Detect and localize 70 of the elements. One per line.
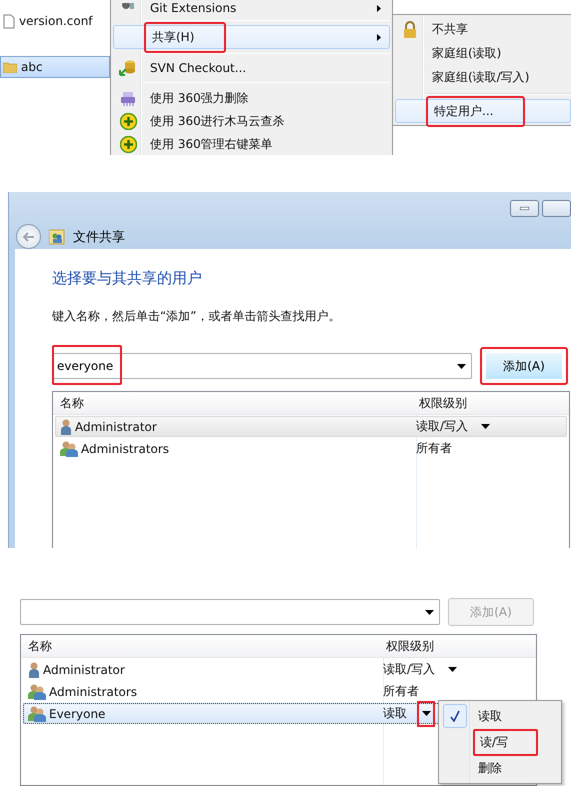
submenu-arrow-icon	[377, 4, 381, 12]
permission-dropdown[interactable]	[417, 700, 435, 726]
caret-icon	[422, 711, 430, 716]
users-icon	[28, 684, 46, 700]
menu-item[interactable]: 家庭组(读取/写入)	[426, 66, 570, 88]
folder-icon	[3, 61, 17, 73]
lock-icon	[403, 20, 417, 38]
file-icon	[3, 14, 15, 28]
back-arrow-icon	[22, 232, 34, 242]
users-icon	[60, 440, 78, 456]
user-icon	[28, 662, 40, 678]
menu-label: 使用 360进行木马云查杀	[149, 113, 286, 130]
submenu-arrow-icon	[377, 34, 381, 40]
caret-icon	[448, 667, 457, 672]
permission-level: 所有者	[383, 683, 419, 700]
back-button[interactable]	[16, 224, 41, 249]
user-combo-field[interactable]: everyone	[52, 353, 472, 379]
permission-level: 读取/写入	[416, 418, 468, 435]
window-title: 文件共享	[73, 228, 125, 246]
menu-item[interactable]: 不共享	[426, 18, 570, 40]
dropdown-caret-icon	[457, 364, 466, 369]
user-row[interactable]: Administrator 读取/写入	[23, 659, 534, 680]
user-row[interactable]: Administrators 所有者	[55, 438, 567, 459]
menu-item[interactable]: 读/写	[473, 728, 538, 756]
dropdown-caret-icon	[425, 610, 434, 615]
menu-label: 使用 360强力删除	[149, 90, 250, 107]
permission-level: 所有者	[416, 440, 452, 457]
users-folder-icon	[49, 228, 65, 244]
column-header[interactable]: 权限级别	[412, 394, 569, 412]
user-name: Administrators	[81, 442, 170, 456]
database-arrow-icon	[119, 59, 137, 77]
user-name: Administrator	[43, 662, 125, 676]
menu-label: SVN Checkout...	[149, 60, 248, 77]
menu-label: 使用 360管理右键菜单	[149, 136, 274, 153]
menu-item[interactable]: Git Extensions	[113, 0, 390, 16]
column-header[interactable]: 名称	[21, 638, 379, 654]
menu-item[interactable]: 特定用户...	[426, 96, 526, 126]
plus-icon	[120, 136, 136, 153]
menu-item[interactable]: 家庭组(读取)	[426, 42, 570, 64]
maximize-button[interactable]	[542, 200, 571, 217]
permission-level: 读取/写入	[383, 661, 436, 678]
minimize-button[interactable]	[510, 200, 539, 217]
minimize-icon	[520, 207, 529, 210]
user-name: Everyone	[49, 706, 106, 720]
file-item[interactable]: abc	[0, 56, 110, 78]
user-name: Administrator	[75, 420, 157, 434]
highlight-frame	[52, 345, 122, 385]
menu-label: Git Extensions	[149, 0, 238, 17]
column-header[interactable]: 权限级别	[379, 638, 536, 654]
menu-item[interactable]: 使用 360管理右键菜单	[113, 133, 390, 155]
permission-level: 读取	[383, 705, 407, 722]
column-header[interactable]: 名称	[53, 394, 412, 412]
user-name: Administrators	[49, 684, 138, 698]
users-icon	[28, 706, 46, 722]
instruction-text: 键入名称，然后单击“添加”，或者单击箭头查找用户。	[52, 308, 342, 325]
menu-item[interactable]: 使用 360强力删除	[113, 87, 390, 110]
dialog-heading: 选择要与其共享的用户	[52, 269, 203, 288]
caret-icon	[480, 424, 490, 429]
menu-item[interactable]: 删除	[473, 756, 507, 780]
user-combo-field[interactable]	[20, 599, 440, 625]
plus-icon	[120, 113, 136, 130]
user-row[interactable]: Administrator 读取/写入	[55, 416, 567, 437]
menu-item[interactable]: SVN Checkout...	[113, 58, 390, 78]
file-item[interactable]: version.conf	[0, 10, 110, 32]
user-row[interactable]: Administrators 所有者	[23, 681, 534, 702]
add-button[interactable]: 添加(A)	[480, 347, 568, 385]
user-icon	[60, 418, 72, 434]
menu-item[interactable]: 使用 360进行木马云查杀	[113, 110, 390, 133]
shredder-icon	[120, 90, 136, 106]
menu-label: 共享(H)	[144, 22, 226, 52]
